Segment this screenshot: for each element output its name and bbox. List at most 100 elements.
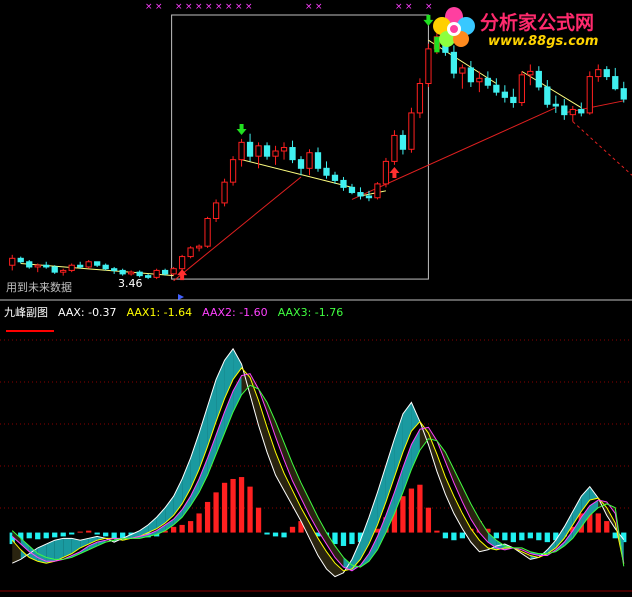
candle-body [620, 88, 627, 100]
aax-ribbon [360, 517, 369, 560]
candle-body [399, 134, 407, 150]
candle-body [221, 181, 228, 204]
price-marker-label: 3.46 [118, 277, 143, 290]
histogram-bar [255, 507, 262, 533]
histogram-bar [400, 496, 406, 533]
candles [9, 26, 627, 280]
flower-logo-icon [433, 7, 475, 47]
candle-body [128, 271, 135, 275]
candle-body [374, 183, 381, 199]
histogram-bar [544, 532, 550, 543]
top-marker: × [405, 2, 413, 12]
candle-body [34, 264, 41, 268]
candle-body [263, 145, 271, 157]
future-data-label: 用到未来数据 [6, 281, 72, 294]
histogram-bar [281, 532, 287, 538]
aax2-ribbon [411, 429, 420, 470]
aax1-value: AAX1: -1.64 [126, 306, 193, 319]
histogram-bar [221, 482, 228, 533]
histogram-bar [595, 513, 601, 533]
histogram-bar [264, 532, 270, 535]
histogram-bar [349, 532, 355, 545]
histogram-bar [442, 532, 449, 539]
candle-body [493, 84, 500, 93]
histogram-bar [213, 492, 219, 533]
top-marker: × [185, 2, 193, 12]
candle-body [145, 275, 152, 278]
histogram-bar [417, 484, 423, 533]
histogram-bar [604, 521, 610, 533]
aax-ribbon [233, 348, 242, 380]
candle-body [518, 74, 525, 104]
stock-chart[interactable]: × × × × × × × × × × × × × × × [0, 0, 632, 597]
top-marker: × [235, 2, 243, 12]
histogram-bar [52, 532, 58, 538]
aax-ribbon [368, 492, 378, 545]
histogram-bar [69, 532, 75, 535]
top-marker: × [175, 2, 183, 12]
aax-ribbon [453, 496, 463, 529]
aax2-ribbon [402, 444, 412, 493]
candle-body [612, 76, 619, 90]
candle-body [425, 48, 432, 84]
histogram-bar [238, 477, 245, 533]
aax2-ribbon [224, 390, 234, 434]
candle-body [323, 167, 330, 176]
candle-body [476, 77, 483, 83]
candle-body [68, 264, 75, 271]
candle-body [161, 269, 169, 275]
top-marker: × [155, 2, 163, 12]
histogram-bar [204, 501, 211, 533]
candle-body [229, 159, 237, 183]
aax-ribbon [207, 379, 217, 447]
histogram-bar [247, 486, 253, 533]
histogram-bar [94, 532, 100, 535]
aax-ribbon [445, 477, 454, 514]
candle-body [314, 152, 322, 169]
histogram-bar [179, 524, 185, 533]
candle-body [204, 218, 211, 247]
histogram-bar [425, 507, 432, 533]
candle-body [561, 105, 568, 116]
aax-ribbon [402, 402, 412, 453]
candle-body [111, 268, 118, 271]
candle-body [365, 195, 373, 199]
aax-value: AAX: -0.37 [58, 306, 117, 319]
candle-body [586, 76, 593, 114]
histogram-bar [272, 532, 279, 537]
candle-body [238, 141, 245, 161]
candle-body [187, 247, 194, 258]
histogram-bar [35, 532, 41, 540]
candle-body [467, 67, 475, 83]
candle-body [170, 268, 177, 275]
histogram-bar [502, 532, 508, 541]
candle-body [289, 147, 296, 161]
candle-body [77, 264, 84, 268]
histogram-bar [196, 513, 202, 533]
candle-body [544, 86, 551, 105]
candle-body [119, 269, 126, 275]
histogram-bar [493, 532, 499, 539]
candle-body [552, 103, 559, 107]
down-arrow-icon [236, 123, 247, 135]
top-marker: × [245, 2, 253, 12]
indicator-name: 九峰副图 [4, 306, 48, 319]
candle-body [501, 91, 508, 98]
aax-ribbon [394, 413, 403, 478]
grid-layer: × × × × × × × × × × × × × × × [0, 2, 632, 592]
candle-body [416, 83, 424, 114]
aax2-ribbon [470, 503, 480, 533]
aax-ribbon [190, 433, 200, 489]
candle-body [9, 257, 16, 266]
histogram-bar [187, 521, 194, 533]
candle-body [450, 51, 458, 74]
candle-body [382, 160, 390, 185]
candle-body [595, 69, 602, 78]
histogram-bar [408, 488, 415, 533]
candle-body [153, 269, 160, 278]
histogram-bar [289, 526, 296, 533]
histogram-bar [459, 532, 466, 539]
candle-body [527, 70, 534, 76]
top-marker: × [395, 2, 403, 12]
top-marker: × [305, 2, 313, 12]
